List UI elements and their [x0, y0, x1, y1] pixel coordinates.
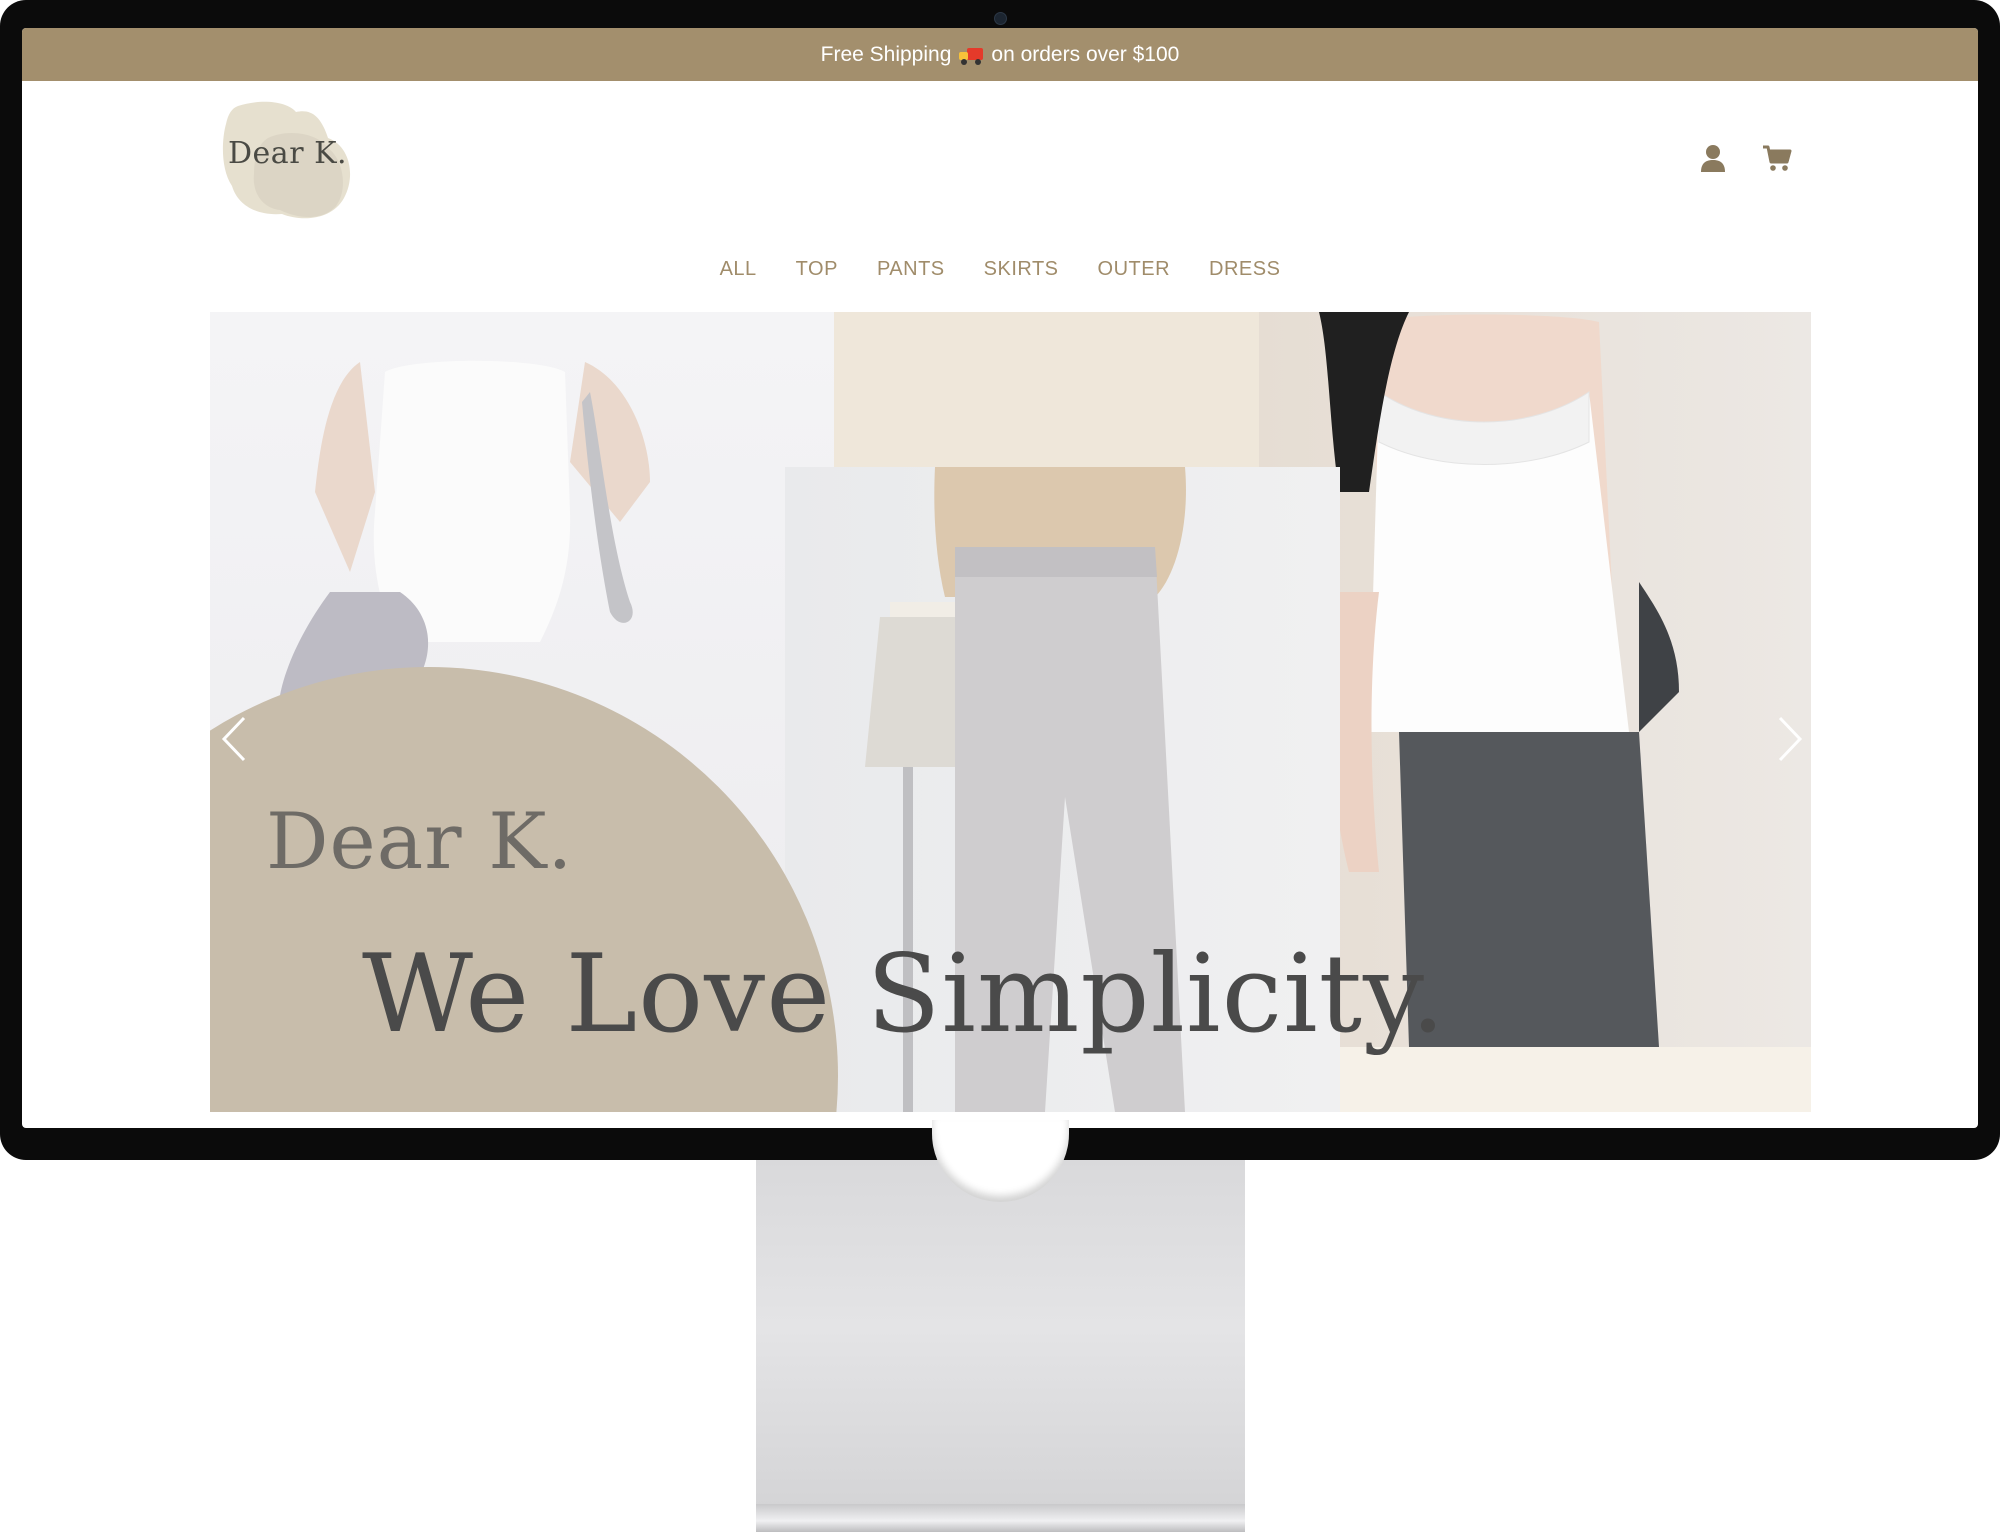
site-logo[interactable]: Dear K.	[218, 98, 358, 223]
hero-carousel[interactable]: Dear K. We Love Simplicity.	[210, 312, 1811, 1112]
chevron-right-icon[interactable]	[1772, 714, 1808, 764]
hero-beige-block	[834, 312, 1259, 467]
logo-text: Dear K.	[228, 136, 348, 171]
hero-brand-title: Dear K.	[266, 797, 574, 887]
monitor-stand	[756, 1120, 1245, 1532]
nav-item-all[interactable]: ALL	[720, 258, 757, 281]
nav-item-dress[interactable]: DRESS	[1209, 258, 1280, 281]
promo-text-after: on orders over $100	[991, 42, 1180, 66]
stand-cutout	[932, 1120, 1069, 1202]
promo-banner: Free Shipping on orders over $100	[22, 28, 1978, 81]
user-icon[interactable]	[1698, 143, 1728, 173]
hero-tagline: We Love Simplicity.	[362, 932, 1447, 1057]
monitor-frame: Free Shipping on orders over $100 Dear K…	[0, 0, 2000, 1160]
stand-foot	[756, 1504, 1245, 1532]
delivery-truck-icon	[959, 46, 984, 65]
category-nav: ALL TOP PANTS SKIRTS OUTER DRESS	[22, 258, 1978, 281]
nav-item-skirts[interactable]: SKIRTS	[984, 258, 1059, 281]
promo-text-before: Free Shipping	[820, 42, 952, 66]
nav-item-top[interactable]: TOP	[796, 258, 838, 281]
chevron-left-icon[interactable]	[216, 714, 252, 764]
header-actions	[1698, 143, 1792, 173]
camera-dot	[994, 12, 1007, 25]
nav-item-outer[interactable]: OUTER	[1098, 258, 1171, 281]
browser-screen: Free Shipping on orders over $100 Dear K…	[22, 28, 1978, 1128]
nav-item-pants[interactable]: PANTS	[877, 258, 945, 281]
cart-icon[interactable]	[1762, 143, 1792, 173]
